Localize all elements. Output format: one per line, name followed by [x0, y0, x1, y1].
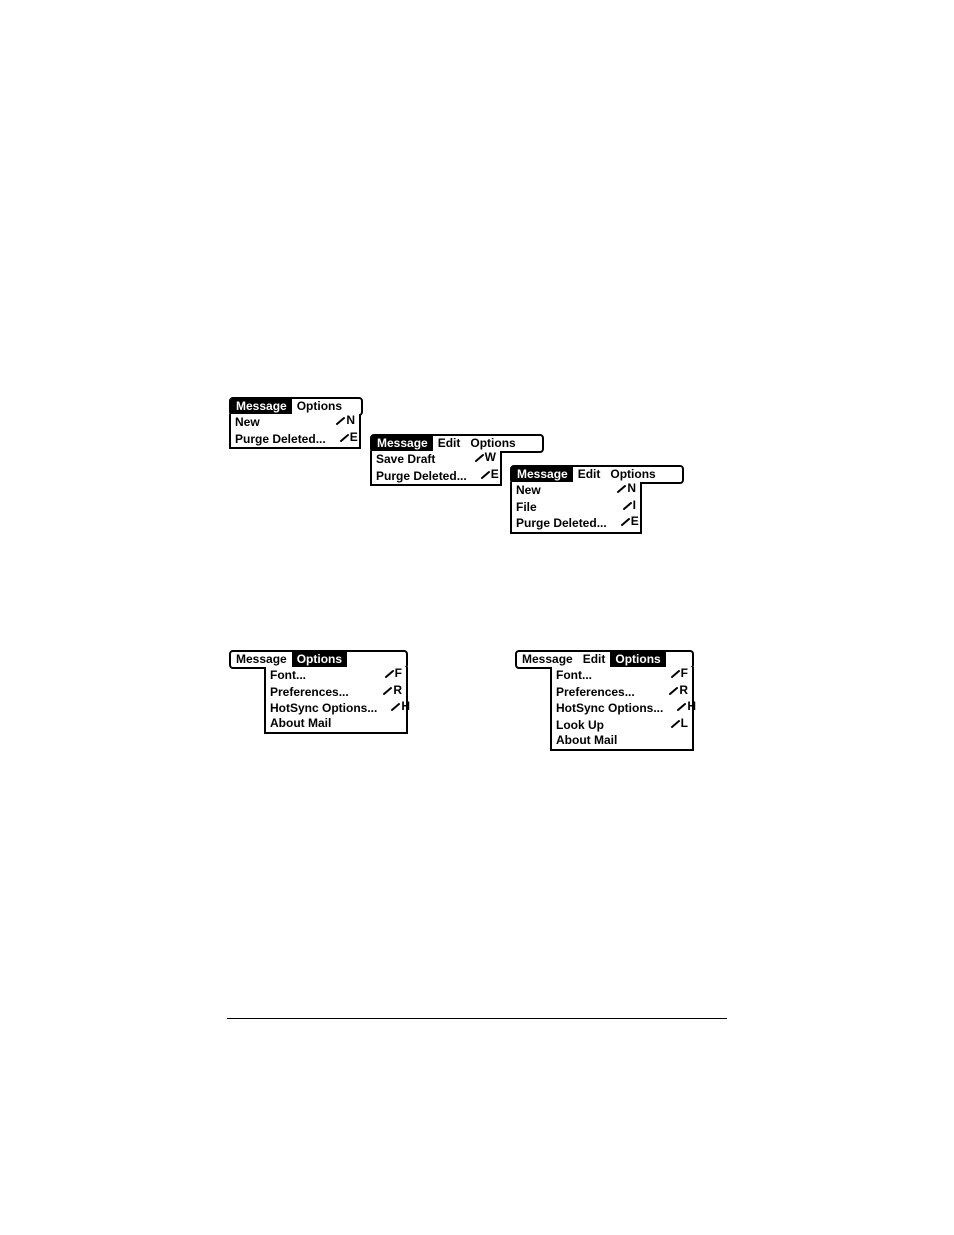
menu-item-label: Purge Deleted...	[235, 433, 326, 447]
menu-item-shortcut: E	[340, 431, 358, 445]
menu-bar-item-message[interactable]: Message	[372, 436, 433, 451]
menu-item-label: New	[235, 416, 260, 430]
menu-item-label: Save Draft	[376, 453, 435, 467]
menu-item-label: Purge Deleted...	[376, 470, 467, 484]
menu-dropdown: New N Purge Deleted... E	[229, 414, 361, 449]
menu-item-file[interactable]: File I	[512, 499, 640, 516]
menu-bar-item-options[interactable]: Options	[605, 467, 660, 482]
menu-dropdown: Font... F Preferences... R HotSync Optio…	[550, 667, 694, 751]
menu-bar-item-message[interactable]: Message	[512, 467, 573, 482]
menu-item-shortcut: W	[475, 451, 496, 465]
menu-item-label: New	[516, 484, 541, 498]
menu-item-font[interactable]: Font... F	[552, 667, 692, 684]
menu-item-preferences[interactable]: Preferences... R	[266, 684, 406, 701]
menu-bar-item-options[interactable]: Options	[465, 436, 520, 451]
menu-item-label: Look Up	[556, 719, 604, 733]
menu-item-font[interactable]: Font... F	[266, 667, 406, 684]
menu-bar-item-edit[interactable]: Edit	[578, 652, 611, 667]
menu-bar-item-options[interactable]: Options	[292, 399, 347, 414]
menu-item-shortcut: F	[671, 667, 688, 681]
menu-item-shortcut: R	[669, 684, 688, 698]
menu-item-shortcut: H	[391, 700, 410, 714]
menu-item-label: HotSync Options...	[556, 702, 663, 716]
menu-item-shortcut: E	[481, 468, 499, 482]
menu-item-shortcut: N	[617, 482, 636, 496]
menu-item-label: About Mail	[556, 734, 617, 748]
menu-item-look-up[interactable]: Look Up L	[552, 717, 692, 734]
menu-item-preferences[interactable]: Preferences... R	[552, 684, 692, 701]
menu-item-label: Preferences...	[270, 686, 349, 700]
menu-item-label: Font...	[556, 669, 592, 683]
menu-item-label: File	[516, 501, 537, 515]
menu-item-hotsync-options[interactable]: HotSync Options... H	[266, 700, 406, 717]
menu-dropdown: Font... F Preferences... R HotSync Optio…	[264, 667, 408, 734]
menu-item-shortcut: I	[623, 499, 636, 513]
menu-item-purge-deleted[interactable]: Purge Deleted... E	[231, 431, 359, 448]
menu-item-shortcut: H	[677, 700, 696, 714]
menu-5: Message Edit Options Font... F Preferenc…	[515, 650, 694, 751]
menu-1: Message Options New N Purge Deleted... E	[229, 397, 363, 449]
menu-item-label: Purge Deleted...	[516, 517, 607, 531]
menu-item-hotsync-options[interactable]: HotSync Options... H	[552, 700, 692, 717]
menu-bar-item-options[interactable]: Options	[610, 652, 665, 667]
menu-item-shortcut: E	[621, 515, 639, 529]
menu-4: Message Options Font... F Preferences...…	[229, 650, 408, 734]
menu-item-purge-deleted[interactable]: Purge Deleted... E	[372, 468, 500, 485]
menu-dropdown: Save Draft W Purge Deleted... E	[370, 451, 502, 486]
menu-bar-item-message[interactable]: Message	[517, 652, 578, 667]
menu-item-label: About Mail	[270, 717, 331, 731]
menu-3: Message Edit Options New N File I Purge …	[510, 465, 684, 534]
menu-bar-item-edit[interactable]: Edit	[433, 436, 466, 451]
menu-item-new[interactable]: New N	[512, 482, 640, 499]
menu-dropdown: New N File I Purge Deleted... E	[510, 482, 642, 534]
menu-item-purge-deleted[interactable]: Purge Deleted... E	[512, 515, 640, 532]
menu-item-shortcut: R	[383, 684, 402, 698]
menu-bar-item-message[interactable]: Message	[231, 399, 292, 414]
menu-item-shortcut: F	[385, 667, 402, 681]
menu-item-save-draft[interactable]: Save Draft W	[372, 451, 500, 468]
menu-item-label: Preferences...	[556, 686, 635, 700]
menu-item-about-mail[interactable]: About Mail	[266, 717, 406, 732]
menu-item-label: HotSync Options...	[270, 702, 377, 716]
menu-bar-item-options[interactable]: Options	[292, 652, 347, 667]
menu-bar-item-edit[interactable]: Edit	[573, 467, 606, 482]
menu-bar-item-message[interactable]: Message	[231, 652, 292, 667]
menu-item-about-mail[interactable]: About Mail	[552, 734, 692, 749]
menu-item-label: Font...	[270, 669, 306, 683]
menu-item-shortcut: L	[671, 717, 688, 731]
menu-item-shortcut: N	[336, 414, 355, 428]
menu-item-new[interactable]: New N	[231, 414, 359, 431]
divider	[227, 1018, 727, 1019]
